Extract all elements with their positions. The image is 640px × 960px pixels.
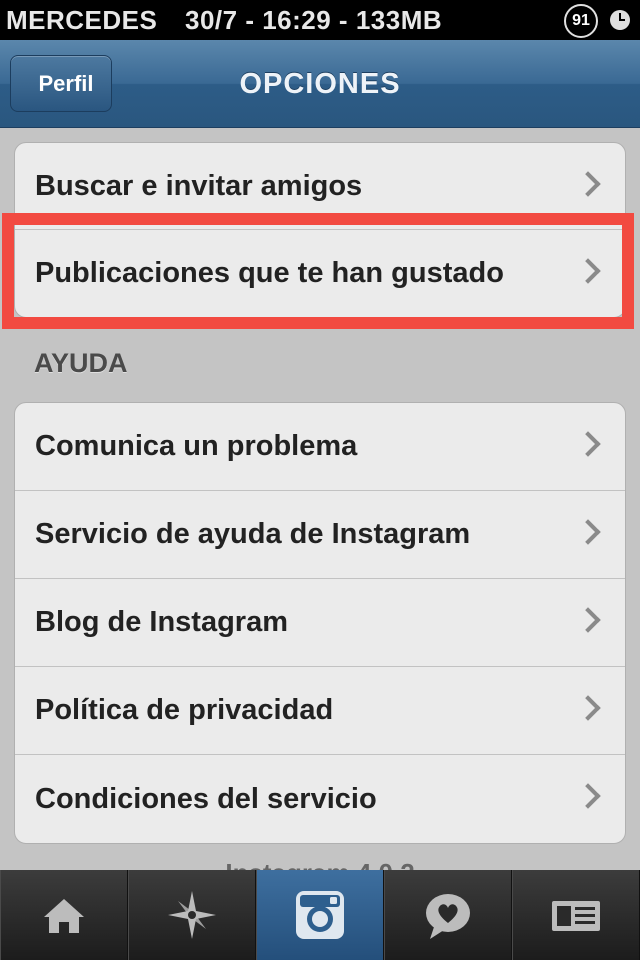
tab-home[interactable] [0, 870, 128, 960]
navigation-bar: OPCIONES Perfil [0, 40, 640, 128]
row-blog[interactable]: Blog de Instagram [15, 579, 625, 667]
row-label: Buscar e invitar amigos [35, 169, 363, 202]
camera-icon [296, 891, 344, 939]
row-help-center[interactable]: Servicio de ayuda de Instagram [15, 491, 625, 579]
row-report-problem[interactable]: Comunica un problema [15, 403, 625, 491]
row-liked-posts[interactable]: Publicaciones que te han gustado [15, 230, 625, 317]
chevron-right-icon [575, 171, 601, 197]
row-label: Publicaciones que te han gustado [35, 257, 504, 289]
status-info: 30/7 - 16:29 - 133MB [185, 5, 443, 35]
row-label: Comunica un problema [35, 430, 358, 462]
back-button-label: Perfil [38, 70, 94, 96]
row-privacy-policy[interactable]: Política de privacidad [15, 667, 625, 755]
tab-camera[interactable] [256, 870, 384, 960]
explore-icon [168, 891, 216, 939]
back-button[interactable]: Perfil [10, 55, 112, 112]
chevron-right-icon [575, 607, 601, 633]
battery-indicator: 91 [564, 4, 598, 38]
tab-profile[interactable] [512, 870, 640, 960]
row-label: Blog de Instagram [35, 606, 288, 638]
home-icon [44, 899, 84, 933]
profile-icon [552, 901, 600, 931]
row-find-friends[interactable]: Buscar e invitar amigos [15, 143, 625, 230]
chevron-right-icon [575, 258, 601, 284]
status-bar: MERCEDES 30/7 - 16:29 - 133MB 91 [0, 0, 640, 40]
carrier-label: MERCEDES [6, 5, 158, 35]
help-group: Comunica un problema Servicio de ayuda d… [14, 402, 626, 844]
chevron-right-icon [575, 783, 601, 809]
section-header-help: AYUDA [34, 348, 128, 378]
tab-activity[interactable] [384, 870, 512, 960]
row-label: Servicio de ayuda de Instagram [35, 518, 471, 550]
tab-explore[interactable] [128, 870, 256, 960]
activity-icon [426, 894, 470, 939]
tab-bar [0, 870, 640, 960]
chevron-right-icon [575, 695, 601, 721]
options-group: Buscar e invitar amigos Publicaciones qu… [14, 142, 626, 318]
chevron-right-icon [575, 519, 601, 545]
clock-icon [610, 10, 630, 30]
row-terms-of-service[interactable]: Condiciones del servicio [15, 755, 625, 843]
chevron-right-icon [575, 431, 601, 457]
row-label: Política de privacidad [35, 694, 334, 726]
row-label: Condiciones del servicio [35, 782, 377, 815]
